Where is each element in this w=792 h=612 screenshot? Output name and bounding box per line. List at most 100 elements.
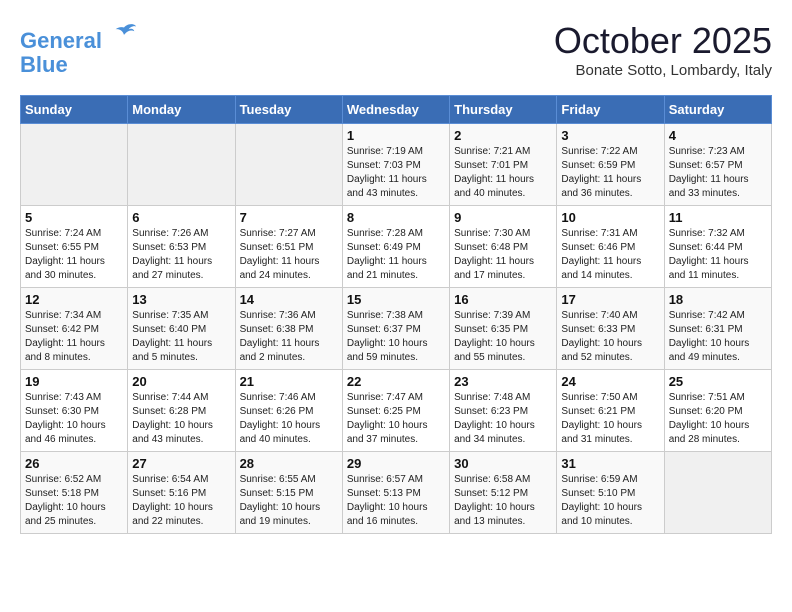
day-info: Sunrise: 7:35 AM Sunset: 6:40 PM Dayligh… [132,309,230,365]
day-number: 13 [132,292,230,307]
day-number: 22 [347,374,445,389]
calendar-cell: 16Sunrise: 7:39 AM Sunset: 6:35 PM Dayli… [450,288,557,370]
day-number: 21 [240,374,338,389]
day-number: 7 [240,210,338,225]
day-number: 10 [561,210,659,225]
day-info: Sunrise: 7:31 AM Sunset: 6:46 PM Dayligh… [561,227,659,283]
day-number: 28 [240,456,338,471]
calendar-cell: 28 Sunrise: 6:55 AM Sunset: 5:15 PM Dayli… [235,452,342,534]
calendar-cell: 10 Sunrise: 7:31 AM Sunset: 6:46 PM Dayli… [557,206,664,288]
day-number: 8 [347,210,445,225]
day-number: 18 [669,292,767,307]
calendar-cell: 12Sunrise: 7:34 AM Sunset: 6:42 PM Dayli… [21,288,128,370]
calendar-cell: 4 Sunrise: 7:23 AM Sunset: 6:57 PM Daylig… [664,124,771,206]
day-info: Sunrise: 7:39 AM Sunset: 6:35 PM Dayligh… [454,309,552,365]
day-info: Sunrise: 7:47 AM Sunset: 6:25 PM Dayligh… [347,391,445,447]
day-number: 11 [669,210,767,225]
day-info: Sunrise: 7:23 AM Sunset: 6:57 PM Dayligh… [669,145,767,201]
calendar-cell: 17Sunrise: 7:40 AM Sunset: 6:33 PM Dayli… [557,288,664,370]
weekday-header-wednesday: Wednesday [342,96,449,124]
title-block: October 2025 Bonate Sotto, Lombardy, Ita… [554,20,772,79]
calendar-cell: 22 Sunrise: 7:47 AM Sunset: 6:25 PM Dayli… [342,370,449,452]
calendar-cell: 18Sunrise: 7:42 AM Sunset: 6:31 PM Dayli… [664,288,771,370]
day-info: Sunrise: 7:36 AM Sunset: 6:38 PM Dayligh… [240,309,338,365]
day-info: Sunrise: 6:59 AM Sunset: 5:10 PM Dayligh… [561,473,659,529]
day-info: Sunrise: 7:38 AM Sunset: 6:37 PM Dayligh… [347,309,445,365]
day-number: 9 [454,210,552,225]
weekday-header-friday: Friday [557,96,664,124]
day-info: Sunrise: 6:58 AM Sunset: 5:12 PM Dayligh… [454,473,552,529]
calendar-cell: 7 Sunrise: 7:27 AM Sunset: 6:51 PM Daylig… [235,206,342,288]
day-info: Sunrise: 7:44 AM Sunset: 6:28 PM Dayligh… [132,391,230,447]
calendar-cell: 5 Sunrise: 7:24 AM Sunset: 6:55 PM Daylig… [21,206,128,288]
logo-bird-icon [110,20,138,48]
day-info: Sunrise: 7:46 AM Sunset: 6:26 PM Dayligh… [240,391,338,447]
calendar-cell: 6 Sunrise: 7:26 AM Sunset: 6:53 PM Daylig… [128,206,235,288]
calendar-cell: 11Sunrise: 7:32 AM Sunset: 6:44 PM Dayli… [664,206,771,288]
day-number: 6 [132,210,230,225]
day-number: 2 [454,128,552,143]
calendar-week-row: 12Sunrise: 7:34 AM Sunset: 6:42 PM Dayli… [21,288,772,370]
day-info: Sunrise: 7:43 AM Sunset: 6:30 PM Dayligh… [25,391,123,447]
calendar-cell [235,124,342,206]
weekday-header-sunday: Sunday [21,96,128,124]
weekday-header-saturday: Saturday [664,96,771,124]
day-number: 30 [454,456,552,471]
day-info: Sunrise: 6:57 AM Sunset: 5:13 PM Dayligh… [347,473,445,529]
day-info: Sunrise: 7:19 AM Sunset: 7:03 PM Dayligh… [347,145,445,201]
calendar-week-row: 1Sunrise: 7:19 AM Sunset: 7:03 PM Daylig… [21,124,772,206]
calendar-cell: 20Sunrise: 7:44 AM Sunset: 6:28 PM Dayli… [128,370,235,452]
logo: General Blue [20,20,138,77]
calendar-cell: 3 Sunrise: 7:22 AM Sunset: 6:59 PM Daylig… [557,124,664,206]
day-info: Sunrise: 7:30 AM Sunset: 6:48 PM Dayligh… [454,227,552,283]
day-number: 15 [347,292,445,307]
calendar-cell: 21 Sunrise: 7:46 AM Sunset: 6:26 PM Dayli… [235,370,342,452]
calendar-title: October 2025 [554,20,772,62]
day-number: 29 [347,456,445,471]
weekday-header-row: SundayMondayTuesdayWednesdayThursdayFrid… [21,96,772,124]
day-number: 5 [25,210,123,225]
day-info: Sunrise: 7:26 AM Sunset: 6:53 PM Dayligh… [132,227,230,283]
weekday-header-thursday: Thursday [450,96,557,124]
weekday-header-tuesday: Tuesday [235,96,342,124]
day-info: Sunrise: 7:22 AM Sunset: 6:59 PM Dayligh… [561,145,659,201]
day-info: Sunrise: 7:27 AM Sunset: 6:51 PM Dayligh… [240,227,338,283]
day-info: Sunrise: 7:34 AM Sunset: 6:42 PM Dayligh… [25,309,123,365]
day-info: Sunrise: 7:28 AM Sunset: 6:49 PM Dayligh… [347,227,445,283]
calendar-cell: 27 Sunrise: 6:54 AM Sunset: 5:16 PM Dayli… [128,452,235,534]
day-info: Sunrise: 7:48 AM Sunset: 6:23 PM Dayligh… [454,391,552,447]
calendar-cell: 1Sunrise: 7:19 AM Sunset: 7:03 PM Daylig… [342,124,449,206]
day-number: 14 [240,292,338,307]
logo-text-blue: Blue [20,53,138,77]
day-info: Sunrise: 6:54 AM Sunset: 5:16 PM Dayligh… [132,473,230,529]
calendar-cell: 13 Sunrise: 7:35 AM Sunset: 6:40 PM Dayli… [128,288,235,370]
day-info: Sunrise: 7:50 AM Sunset: 6:21 PM Dayligh… [561,391,659,447]
calendar-cell [128,124,235,206]
calendar-cell: 19 Sunrise: 7:43 AM Sunset: 6:30 PM Dayli… [21,370,128,452]
logo-text: General [20,20,138,53]
calendar-cell: 9 Sunrise: 7:30 AM Sunset: 6:48 PM Daylig… [450,206,557,288]
day-number: 27 [132,456,230,471]
calendar-week-row: 19 Sunrise: 7:43 AM Sunset: 6:30 PM Dayli… [21,370,772,452]
calendar-cell: 29 Sunrise: 6:57 AM Sunset: 5:13 PM Dayli… [342,452,449,534]
day-info: Sunrise: 7:51 AM Sunset: 6:20 PM Dayligh… [669,391,767,447]
day-info: Sunrise: 6:55 AM Sunset: 5:15 PM Dayligh… [240,473,338,529]
day-number: 19 [25,374,123,389]
day-number: 23 [454,374,552,389]
calendar-week-row: 26 Sunrise: 6:52 AM Sunset: 5:18 PM Dayli… [21,452,772,534]
day-number: 31 [561,456,659,471]
day-info: Sunrise: 6:52 AM Sunset: 5:18 PM Dayligh… [25,473,123,529]
day-number: 25 [669,374,767,389]
calendar-cell: 24 Sunrise: 7:50 AM Sunset: 6:21 PM Dayli… [557,370,664,452]
calendar-week-row: 5 Sunrise: 7:24 AM Sunset: 6:55 PM Daylig… [21,206,772,288]
day-number: 24 [561,374,659,389]
day-number: 17 [561,292,659,307]
day-info: Sunrise: 7:24 AM Sunset: 6:55 PM Dayligh… [25,227,123,283]
day-number: 26 [25,456,123,471]
day-number: 4 [669,128,767,143]
day-number: 3 [561,128,659,143]
day-info: Sunrise: 7:21 AM Sunset: 7:01 PM Dayligh… [454,145,552,201]
calendar-cell: 31 Sunrise: 6:59 AM Sunset: 5:10 PM Dayli… [557,452,664,534]
calendar-cell: 15 Sunrise: 7:38 AM Sunset: 6:37 PM Dayli… [342,288,449,370]
calendar-subtitle: Bonate Sotto, Lombardy, Italy [554,62,772,79]
